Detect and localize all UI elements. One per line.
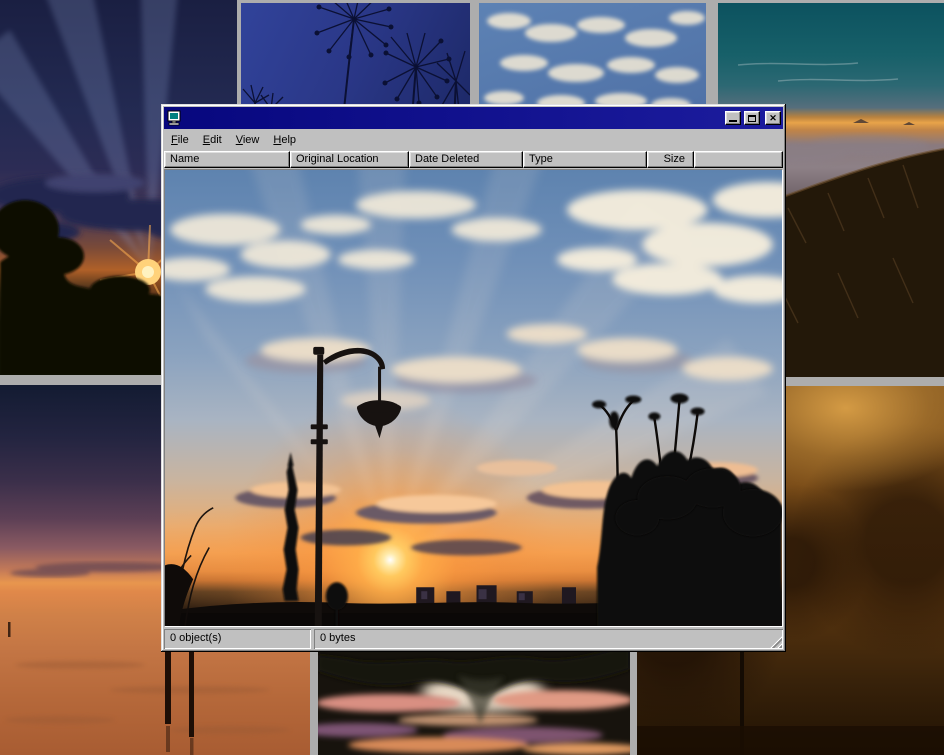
column-header-type[interactable]: Type [523, 151, 647, 168]
status-object-count: 0 object(s) [164, 629, 311, 649]
close-button-icon[interactable]: ✕ [765, 111, 781, 125]
cypress-tree [283, 452, 299, 601]
status-byte-count: 0 bytes [314, 629, 783, 649]
maximize-button-icon[interactable] [744, 111, 760, 125]
menu-edit[interactable]: Edit [197, 132, 230, 149]
menu-help[interactable]: Help [267, 132, 304, 149]
sunset-photo-art [165, 170, 782, 626]
menu-view[interactable]: View [230, 132, 268, 149]
window-icon[interactable] [166, 110, 182, 126]
sunset-street-lamp-photo [165, 170, 782, 626]
desktop: ✕ File Edit View Help Name Original Loca… [0, 0, 944, 755]
menu-file[interactable]: File [165, 132, 197, 149]
status-bar: 0 object(s) 0 bytes [164, 629, 783, 649]
column-header-date-deleted[interactable]: Date Deleted [409, 151, 523, 168]
column-header-original-location[interactable]: Original Location [290, 151, 409, 168]
column-header-row: Name Original Location Date Deleted Type… [164, 151, 783, 168]
window-titlebar[interactable]: ✕ [164, 107, 783, 129]
column-header-name[interactable]: Name [164, 151, 290, 168]
column-header-size[interactable]: Size [647, 151, 694, 168]
minimize-button-icon[interactable] [725, 111, 741, 125]
recycle-bin-window: ✕ File Edit View Help Name Original Loca… [161, 104, 786, 652]
list-view-area[interactable] [164, 169, 783, 627]
column-header-filler [694, 151, 783, 168]
menu-bar: File Edit View Help [164, 130, 783, 150]
